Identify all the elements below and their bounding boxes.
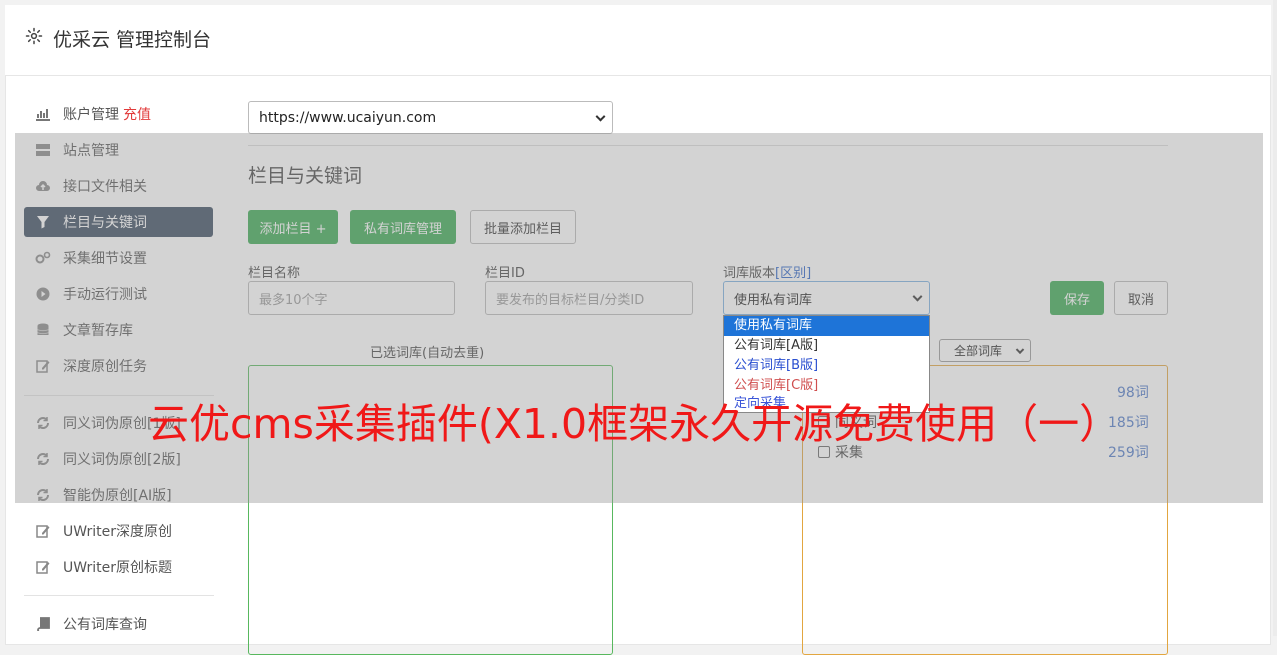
sidebar-item-account[interactable]: 账户管理 充值 <box>24 99 213 129</box>
header: 优采云 管理控制台 <box>5 5 1271 76</box>
sidebar-divider <box>24 595 214 596</box>
sidebar-item-uwriter-title[interactable]: UWriter原创标题 <box>24 552 213 582</box>
site-select-value: https://www.ucaiyun.com <box>259 109 437 126</box>
sidebar-item-label: 账户管理 <box>63 107 119 123</box>
sidebar-item-uwriter-deep[interactable]: UWriter深度原创 <box>24 516 213 546</box>
scrollbar[interactable] <box>1273 0 1277 636</box>
site-select[interactable]: https://www.ucaiyun.com <box>248 101 613 134</box>
edit-icon <box>35 523 51 539</box>
gear-icon <box>25 27 43 45</box>
chevron-down-icon <box>595 111 606 122</box>
book-icon <box>35 616 51 632</box>
dropdown-option[interactable]: 使用私有词库 <box>724 316 929 336</box>
page-title: 优采云 管理控制台 <box>53 29 212 51</box>
sidebar-item-public-lexicon[interactable]: 公有词库查询 <box>24 609 213 639</box>
bar-chart-icon <box>35 106 51 122</box>
sidebar-item-label: 公有词库查询 <box>63 617 147 633</box>
edit-icon <box>35 559 51 575</box>
sidebar-item-label: UWriter深度原创 <box>63 524 172 540</box>
dropdown-option[interactable]: 公有词库[A版] <box>724 336 929 356</box>
overlay-headline: 云优cms采集插件(X1.0框架永久开源免费使用（一） <box>148 400 1121 448</box>
dropdown-option[interactable]: 公有词库[B版] <box>724 356 929 376</box>
recharge-link[interactable]: 充值 <box>123 104 151 124</box>
sidebar-item-label: UWriter原创标题 <box>63 560 172 576</box>
